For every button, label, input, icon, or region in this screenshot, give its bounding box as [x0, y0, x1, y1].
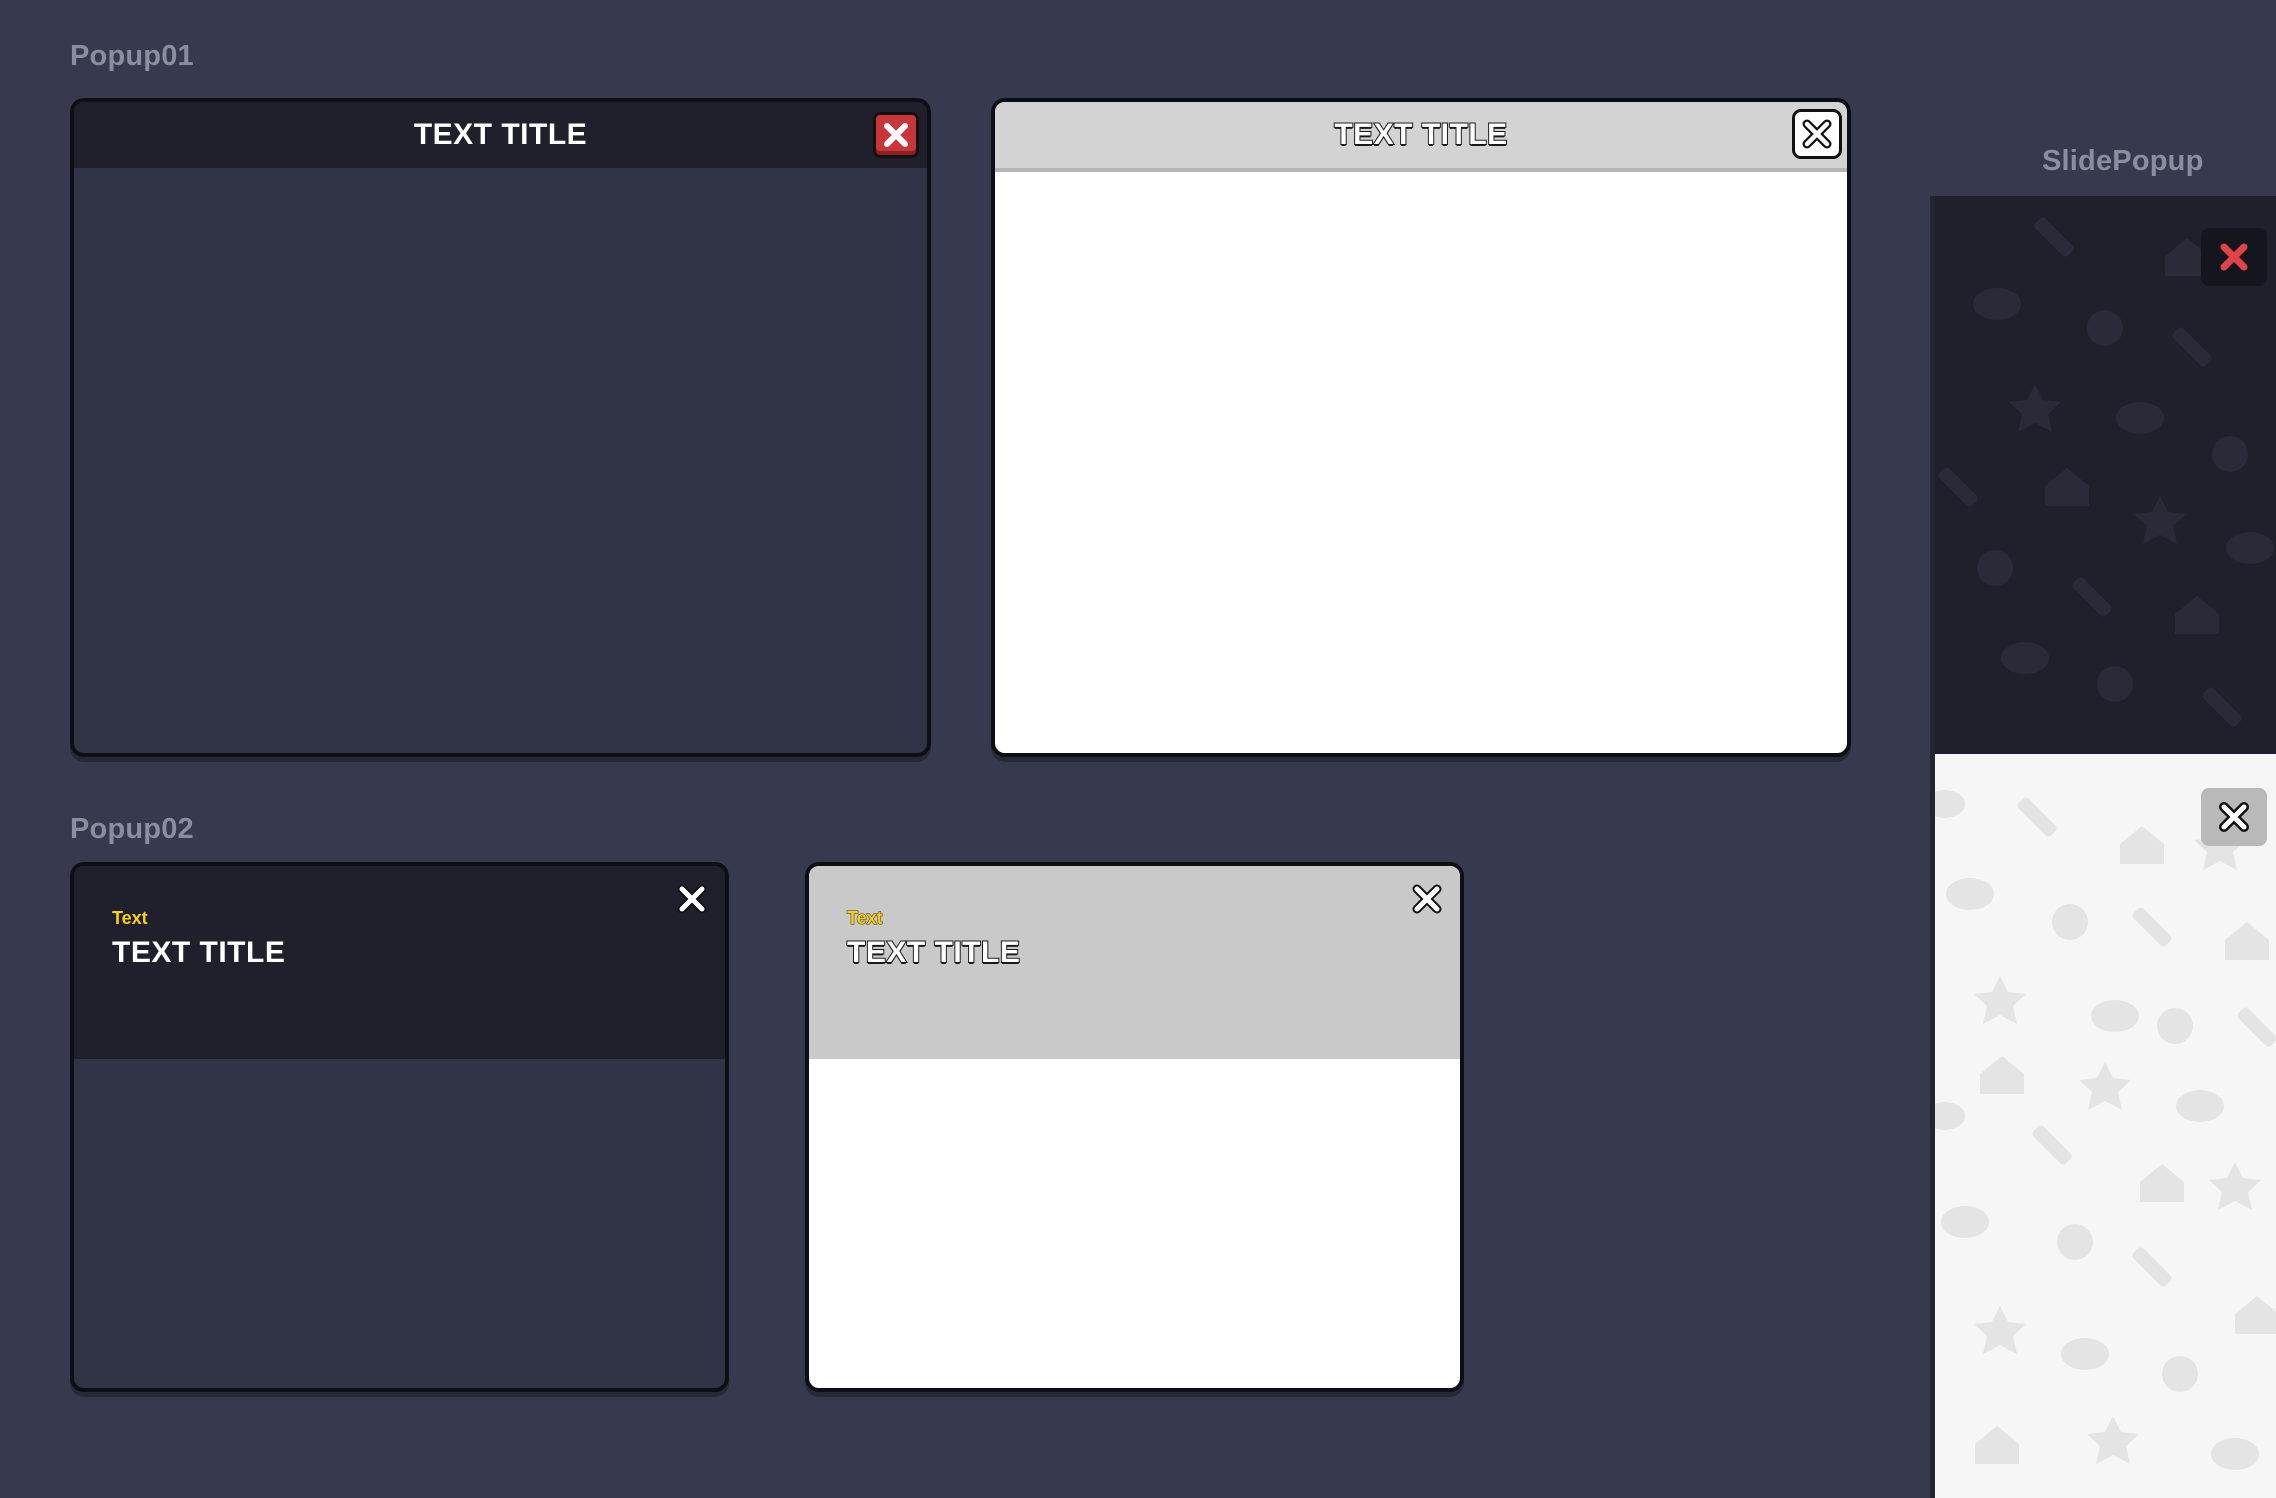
fireball-icon	[2001, 642, 2049, 674]
star-icon	[2209, 1162, 2261, 1210]
close-x-icon	[677, 884, 707, 914]
popup02-dark: Text TEXT TITLE	[70, 862, 729, 1392]
sword-icon	[2202, 687, 2242, 727]
sword-icon	[2072, 577, 2112, 617]
star-icon	[1974, 976, 2026, 1024]
bomb-icon	[2097, 666, 2133, 702]
sword-icon	[2132, 1247, 2172, 1287]
fireball-icon	[1941, 1206, 1989, 1238]
section-label-popup01: Popup01	[70, 40, 194, 72]
popup02-light-header: Text TEXT TITLE	[809, 866, 1460, 1059]
fireball-icon	[1946, 878, 1994, 910]
popup02-light: Text TEXT TITLE	[805, 862, 1464, 1392]
bomb-icon	[2157, 1008, 2193, 1044]
sword-icon	[2237, 1007, 2276, 1047]
close-x-icon	[1412, 884, 1442, 914]
popup-title: TEXT TITLE	[846, 935, 1021, 970]
close-button[interactable]	[671, 878, 713, 920]
close-button[interactable]	[873, 112, 919, 158]
sword-icon	[1938, 467, 1978, 507]
bomb-icon	[2162, 1356, 2198, 1392]
house-icon	[2045, 468, 2089, 506]
background-pattern-light	[1935, 790, 2276, 1470]
star-icon	[2009, 384, 2061, 432]
sword-icon	[2172, 327, 2212, 367]
canvas: Popup01 TEXT TITLE TEXT TITLE Popup02 Te…	[0, 0, 2276, 1498]
popup-subtext: Text	[847, 908, 884, 929]
close-x-icon	[2220, 243, 2248, 271]
slide-popup-light	[1935, 754, 2276, 1498]
fireball-icon	[2226, 532, 2274, 564]
bomb-icon	[2087, 310, 2123, 346]
sword-icon	[2132, 907, 2172, 947]
fireball-icon	[1935, 790, 1965, 818]
slide-light-close-button[interactable]	[2201, 788, 2267, 846]
house-icon	[2235, 1296, 2276, 1334]
fireball-icon	[2061, 1338, 2109, 1370]
house-icon	[2175, 596, 2219, 634]
popup01-dark-title-bar: TEXT TITLE	[74, 102, 927, 168]
slide-dark-close-button[interactable]	[2201, 228, 2267, 286]
fireball-icon	[2091, 1000, 2139, 1032]
popup01-light-title-bar: TEXT TITLE	[995, 102, 1847, 172]
house-icon	[2225, 922, 2269, 960]
section-label-slidepopup: SlidePopup	[2042, 145, 2204, 177]
close-button[interactable]	[1792, 109, 1842, 159]
popup01-dark: TEXT TITLE	[70, 98, 931, 757]
star-icon	[2087, 1416, 2139, 1464]
house-icon	[1975, 1426, 2019, 1464]
bomb-icon	[2057, 1224, 2093, 1260]
sword-icon	[2034, 217, 2074, 257]
sword-icon	[2017, 797, 2057, 837]
house-icon	[2120, 826, 2164, 864]
popup-title: TEXT TITLE	[1333, 117, 1508, 152]
star-icon	[2134, 496, 2186, 544]
house-icon	[2140, 1164, 2184, 1202]
close-button[interactable]	[1406, 878, 1448, 920]
star-icon	[2079, 1062, 2131, 1110]
fireball-icon	[2176, 1090, 2224, 1122]
slide-popup-panel	[1930, 196, 2276, 1498]
popup-title: TEXT TITLE	[112, 936, 286, 969]
popup-subtext: Text	[112, 908, 148, 928]
star-icon	[1974, 1306, 2026, 1354]
close-x-icon	[2219, 802, 2249, 832]
fireball-icon	[2211, 1438, 2259, 1470]
popup02-dark-header: Text TEXT TITLE	[74, 866, 725, 1059]
popup01-light: TEXT TITLE	[991, 98, 1851, 757]
close-x-icon	[884, 123, 908, 147]
bomb-icon	[2212, 436, 2248, 472]
close-x-icon	[1802, 119, 1832, 149]
popup-title: TEXT TITLE	[413, 118, 588, 151]
fireball-icon	[1935, 1102, 1965, 1130]
bomb-icon	[1977, 550, 2013, 586]
house-icon	[1980, 1056, 2024, 1094]
sword-icon	[2032, 1125, 2072, 1165]
fireball-icon	[2116, 402, 2164, 434]
section-label-popup02: Popup02	[70, 813, 194, 845]
bomb-icon	[2052, 904, 2088, 940]
fireball-icon	[1973, 288, 2021, 320]
